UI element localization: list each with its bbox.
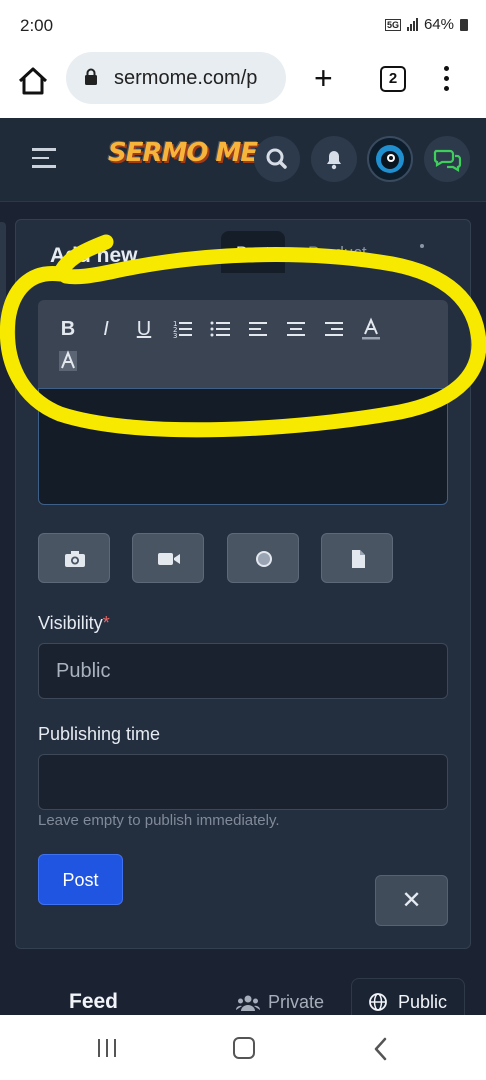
feed-public-label: Public [398,991,448,1012]
align-left-icon[interactable] [243,316,273,342]
search-button[interactable] [254,136,300,182]
browser-menu-icon[interactable] [444,66,450,92]
battery-icon [460,18,468,31]
align-center-icon[interactable] [281,316,311,342]
chat-icon [433,149,462,172]
publishing-time-input[interactable] [38,754,448,810]
messages-button[interactable] [424,136,470,182]
video-upload-button[interactable] [132,533,204,583]
home-nav-icon[interactable] [233,1037,255,1059]
globe-icon [369,993,387,1011]
ordered-list-icon[interactable]: 1 2 3 [167,316,197,342]
publishing-time-hint: Leave empty to publish immediately. [38,812,280,829]
feed-filter-private[interactable]: Private [236,992,324,1013]
url-text: sermome.com/p [114,67,258,89]
avatar[interactable] [367,136,413,182]
post-button[interactable]: Post [38,854,123,905]
feed-private-label: Private [268,992,325,1012]
network-5g-icon: 5G [384,18,401,31]
required-mark: * [102,613,110,633]
composer-title: Add new [50,244,138,267]
more-options-icon[interactable] [420,244,424,248]
svg-text:3: 3 [173,332,177,340]
editor-toolbar: B I U 1 2 3 [38,300,448,388]
users-icon [236,995,260,1011]
visibility-select[interactable]: Public [38,643,448,699]
system-nav-bar [0,1015,486,1080]
signal-icon [406,18,418,31]
status-time: 2:00 [20,16,54,35]
search-icon [266,148,287,169]
lock-icon [85,68,97,85]
hamburger-menu-icon[interactable] [32,148,56,168]
new-tab-icon[interactable]: + [314,62,333,94]
file-upload-button[interactable] [321,533,393,583]
back-icon[interactable] [372,1037,390,1061]
text-color-icon[interactable] [356,316,386,342]
record-button[interactable] [227,533,299,583]
visibility-label: Visibility* [38,613,110,633]
align-right-icon[interactable] [319,316,349,342]
app-header: SERMO ME [0,118,486,202]
tab-count-button[interactable]: 2 [380,66,406,92]
recents-icon[interactable] [98,1039,120,1057]
status-indicators: 5G 64% [384,16,468,33]
record-icon [256,551,272,567]
bullet-list-icon[interactable] [205,316,235,342]
file-icon [352,550,365,568]
highlight-color-icon[interactable] [53,348,83,374]
url-bar[interactable]: sermome.com/p [66,52,286,104]
home-icon[interactable] [16,64,50,98]
bell-icon [327,151,341,170]
battery-percent: 64% [423,16,454,33]
sidebar-edge [0,222,6,342]
avatar-icon [376,145,404,173]
camera-icon [65,551,85,567]
bold-button[interactable]: B [53,316,83,342]
tab-post[interactable]: Post [221,231,285,273]
video-camera-icon [158,553,180,565]
visibility-value: Public [56,660,111,682]
logo[interactable]: SERMO ME [108,138,258,168]
tab-product[interactable]: Product [308,243,367,263]
notifications-button[interactable] [311,136,357,182]
post-editor[interactable] [38,388,448,505]
photo-upload-button[interactable] [38,533,110,583]
italic-button[interactable]: I [91,316,121,342]
close-button[interactable]: ✕ [375,875,448,926]
feed-title: Feed [69,990,119,1013]
publishing-time-label: Publishing time [38,724,161,744]
underline-button[interactable]: U [129,316,159,342]
status-bar: 2:00 5G 64% [0,0,486,52]
browser-toolbar: sermome.com/p + 2 [0,52,486,118]
